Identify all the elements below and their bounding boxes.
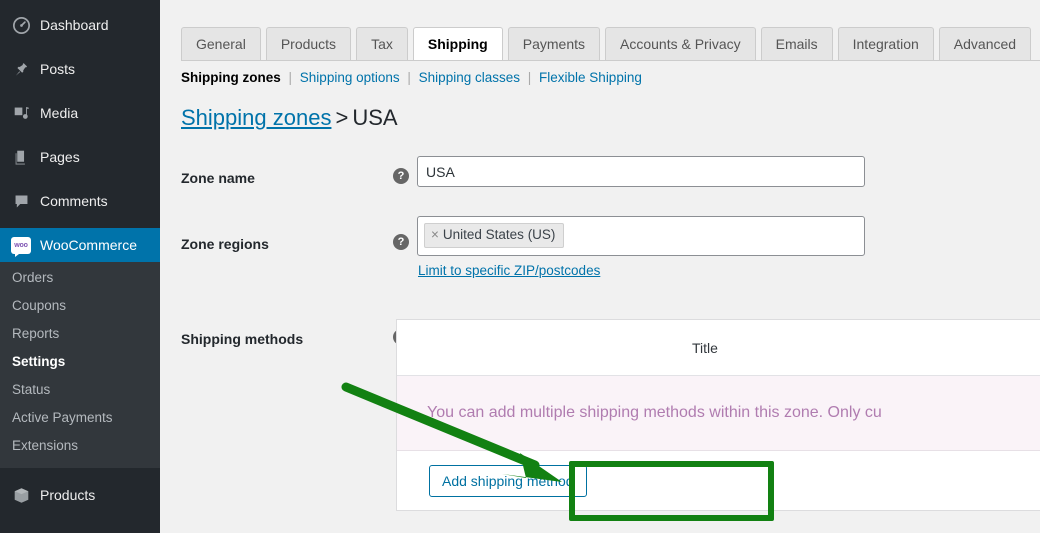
help-icon[interactable]: ? [393, 168, 409, 184]
sidebar-item-woocommerce[interactable]: woo WooCommerce [0, 228, 160, 262]
zone-name-label: Zone name [181, 170, 255, 186]
pages-icon [11, 147, 31, 167]
sidebar-item-dashboard[interactable]: Dashboard [0, 8, 160, 42]
help-icon[interactable]: ? [393, 234, 409, 250]
sidebar-item-media[interactable]: Media [0, 96, 160, 130]
dashboard-icon [11, 15, 31, 35]
subnav-item-shipping-classes[interactable]: Shipping classes [419, 70, 520, 85]
tab-tax[interactable]: Tax [356, 27, 408, 61]
sidebar-item-label: WooCommerce [40, 237, 137, 253]
empty-state-notice-row: You can add multiple shipping methods wi… [397, 376, 1040, 451]
breadcrumb-link-shipping-zones[interactable]: Shipping zones [181, 105, 331, 130]
submenu-item-status[interactable]: Status [0, 376, 160, 404]
sidebar-item-comments[interactable]: Comments [0, 184, 160, 218]
comment-icon [11, 191, 31, 211]
table-header-row: Title [397, 320, 1040, 376]
sidebar-item-label: Media [40, 105, 79, 121]
woo-badge-text: woo [14, 241, 28, 249]
empty-state-notice-text: You can add multiple shipping methods wi… [427, 404, 882, 421]
submenu-item-settings[interactable]: Settings [0, 348, 160, 376]
breadcrumb-current: USA [352, 105, 398, 130]
sidebar-top-menu: Dashboard Posts Media Pages Comments woo… [0, 0, 160, 262]
submenu-item-reports[interactable]: Reports [0, 320, 160, 348]
sidebar-item-posts[interactable]: Posts [0, 52, 160, 86]
subnav-item-flexible-shipping[interactable]: Flexible Shipping [539, 70, 642, 85]
remove-token-icon[interactable]: × [431, 227, 439, 242]
tab-general[interactable]: General [181, 27, 261, 61]
box-icon [11, 485, 31, 505]
woocommerce-submenu: Orders Coupons Reports Settings Status A… [0, 262, 160, 468]
shipping-methods-label: Shipping methods [181, 331, 304, 347]
brush-icon [11, 529, 31, 533]
submenu-item-active-payments[interactable]: Active Payments [0, 404, 160, 432]
tab-bar-divider [181, 60, 1040, 61]
shipping-methods-table: Title You can add multiple shipping meth… [396, 319, 1040, 511]
sidebar-item-label: Posts [40, 61, 76, 77]
sidebar-item-label: Pages [40, 149, 80, 165]
subnav-separator: | [527, 70, 532, 85]
settings-tab-bar: General Products Tax Shipping Payments A… [181, 25, 1036, 61]
table-footer-row: Add shipping method [397, 451, 1040, 511]
sidebar-item-pages[interactable]: Pages [0, 140, 160, 174]
column-header-title: Title [692, 339, 718, 356]
subnav-item-shipping-zones[interactable]: Shipping zones [181, 70, 281, 85]
sidebar-item-appearance[interactable]: Appearance [0, 522, 160, 533]
media-icon [11, 103, 31, 123]
tab-accounts-privacy[interactable]: Accounts & Privacy [605, 27, 756, 61]
add-shipping-method-button[interactable]: Add shipping method [429, 464, 587, 497]
shipping-subnav: Shipping zones | Shipping options | Ship… [181, 70, 642, 85]
woocommerce-icon: woo [11, 236, 31, 257]
page-title: Shipping zones > USA [181, 105, 398, 131]
sidebar-bottom-menu: Products Appearance [0, 478, 160, 533]
screen-root: Dashboard Posts Media Pages Comments woo… [0, 0, 1040, 533]
admin-sidebar: Dashboard Posts Media Pages Comments woo… [0, 0, 160, 533]
subnav-separator: | [288, 70, 293, 85]
sidebar-item-label: Dashboard [40, 17, 109, 33]
subnav-item-shipping-options[interactable]: Shipping options [300, 70, 400, 85]
sidebar-item-label: Products [40, 487, 96, 503]
limit-zip-postcodes-link[interactable]: Limit to specific ZIP/postcodes [418, 263, 600, 278]
submenu-item-orders[interactable]: Orders [0, 264, 160, 292]
breadcrumb-separator: > [335, 105, 349, 130]
submenu-item-extensions[interactable]: Extensions [0, 432, 160, 460]
sidebar-item-label: Comments [40, 193, 108, 209]
tab-advanced[interactable]: Advanced [938, 27, 1032, 61]
region-token[interactable]: × United States (US) [424, 223, 565, 248]
zone-regions-label: Zone regions [181, 236, 269, 252]
tab-products[interactable]: Products [265, 27, 352, 61]
content-area: General Products Tax Shipping Payments A… [160, 0, 1040, 533]
tab-integration[interactable]: Integration [837, 27, 934, 61]
zone-regions-select[interactable]: × United States (US) [417, 216, 865, 256]
tab-emails[interactable]: Emails [760, 27, 833, 61]
region-token-label: United States (US) [442, 227, 556, 242]
pin-icon [11, 59, 31, 79]
submenu-item-coupons[interactable]: Coupons [0, 292, 160, 320]
sidebar-item-products[interactable]: Products [0, 478, 160, 512]
tab-payments[interactable]: Payments [507, 27, 600, 61]
tab-shipping[interactable]: Shipping [412, 27, 503, 61]
subnav-separator: | [407, 70, 411, 85]
zone-name-input[interactable] [417, 156, 865, 187]
